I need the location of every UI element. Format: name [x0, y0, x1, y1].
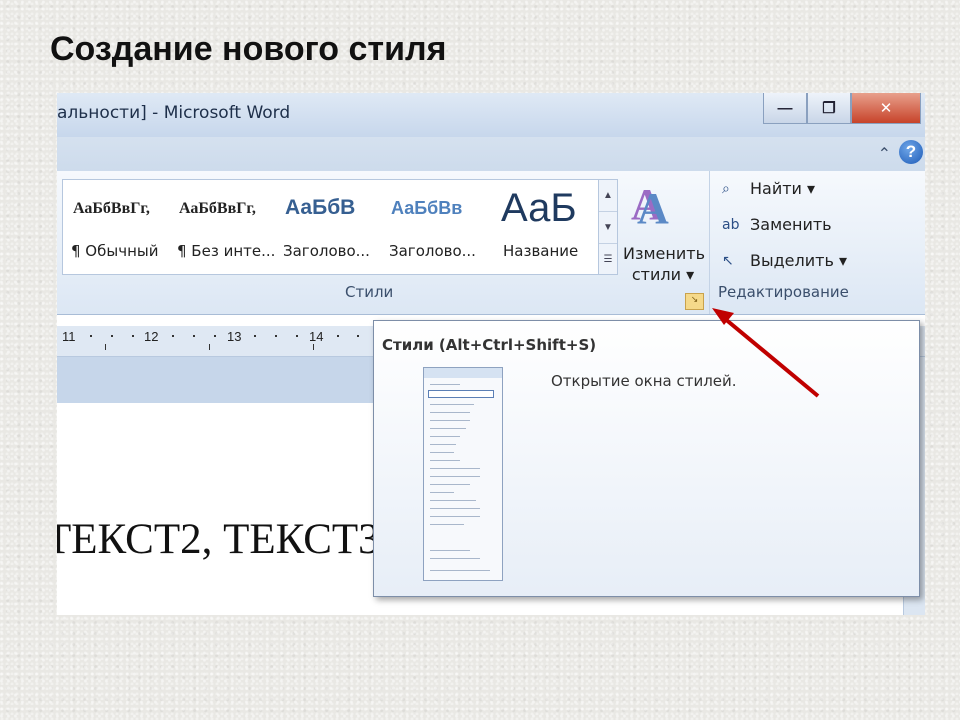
- red-arrow-annotation: [712, 308, 820, 398]
